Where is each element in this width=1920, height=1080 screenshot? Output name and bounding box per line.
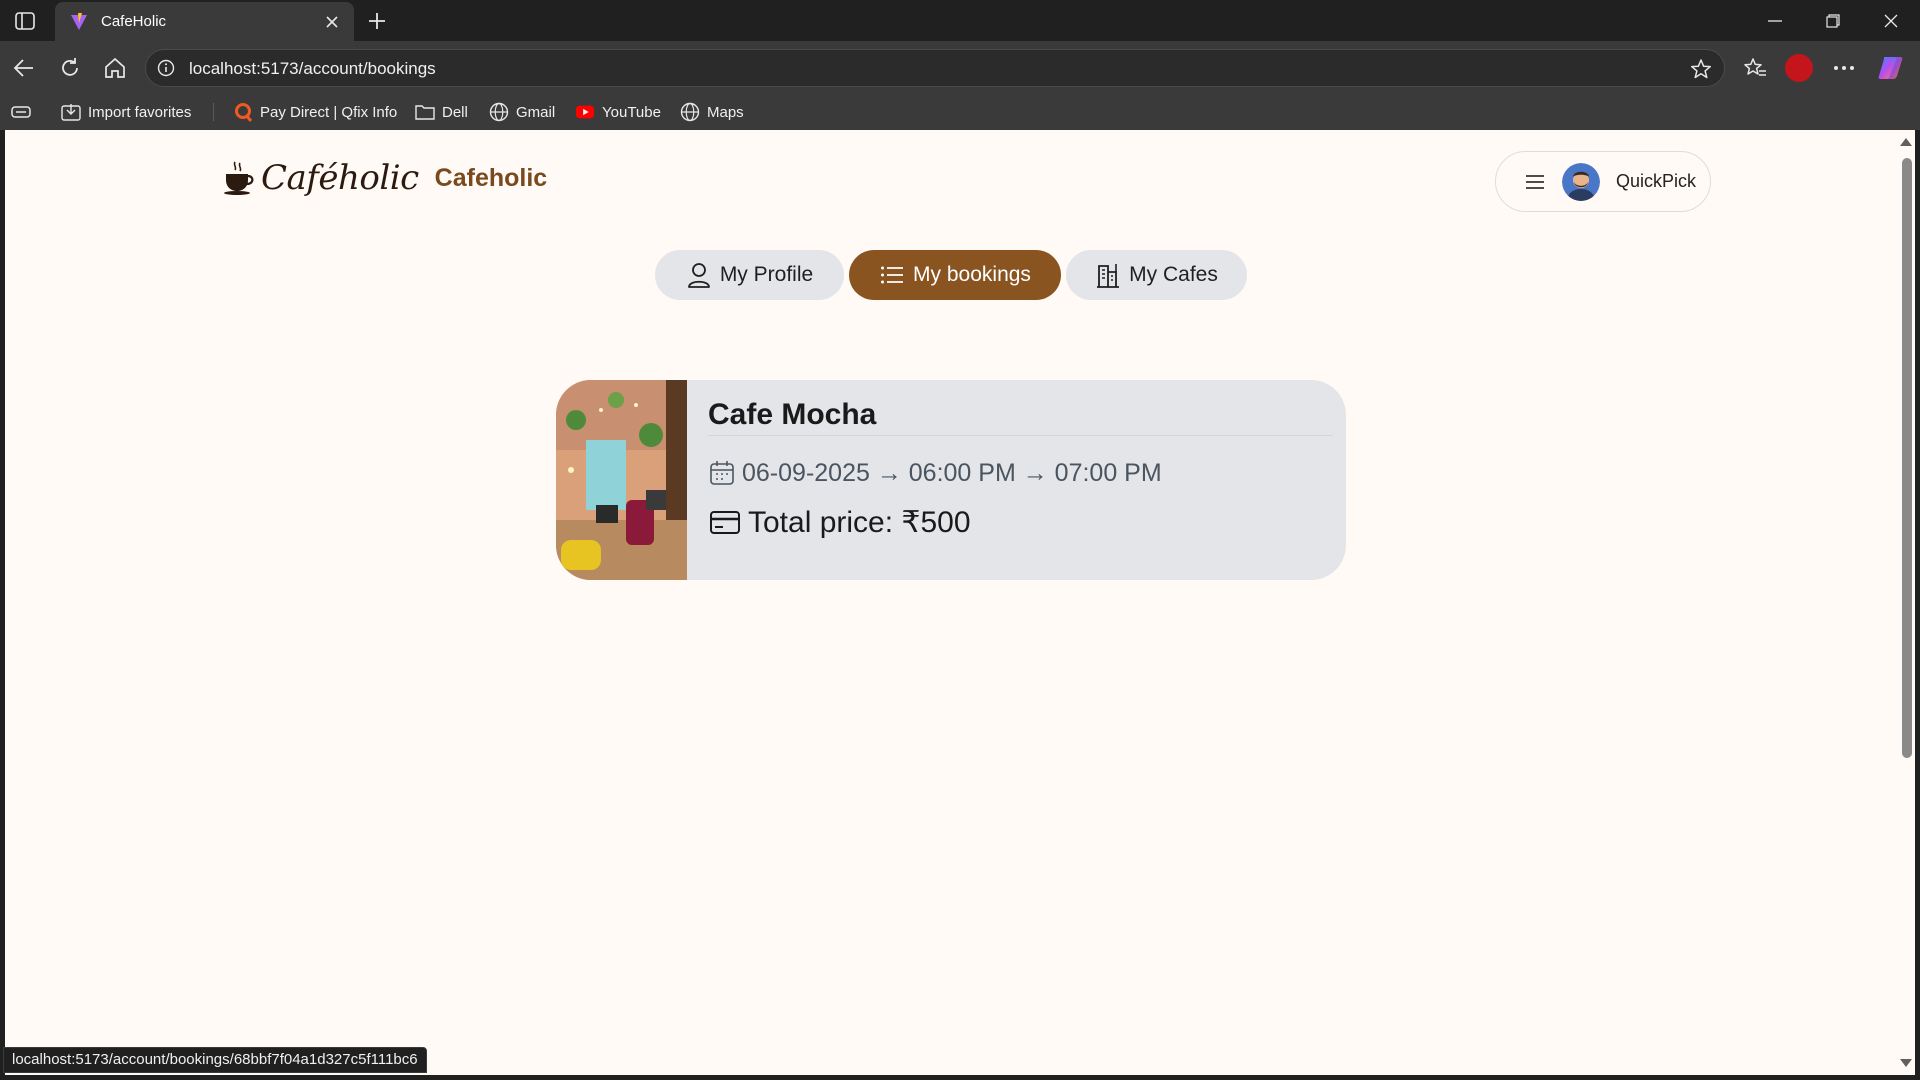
close-window-icon[interactable] [1868, 6, 1914, 36]
reading-view-icon[interactable] [10, 101, 32, 123]
user-icon [686, 262, 712, 288]
bookmark-dell[interactable]: Dell [415, 101, 468, 123]
refresh-icon[interactable] [55, 53, 85, 83]
home-icon[interactable] [100, 53, 130, 83]
calendar-icon [708, 459, 736, 487]
cafe-photo [556, 380, 687, 580]
bookmark-separator [213, 103, 214, 121]
bookmark-label: Maps [707, 103, 744, 121]
bookmark-label: YouTube [602, 103, 661, 121]
tab-label: My bookings [913, 263, 1031, 286]
address-bar[interactable]: localhost:5173/account/bookings [145, 49, 1725, 87]
booking-schedule: 06-09-2025 → 06:00 PM → 07:00 PM [708, 458, 1162, 488]
cafe-name: Cafe Mocha [708, 398, 877, 431]
favorite-star-icon[interactable] [1690, 58, 1712, 80]
credit-card-icon [708, 505, 742, 539]
bookmark-label: Pay Direct | Qfix Info [260, 103, 398, 121]
bookmark-gmail[interactable]: Gmail [489, 101, 555, 123]
booking-card[interactable]: Cafe Mocha 06-09-2025 → 06:00 PM → 07:00… [556, 380, 1346, 580]
bookmark-label: Dell [442, 103, 468, 121]
avatar [1562, 162, 1600, 201]
tab-close-icon[interactable] [322, 12, 342, 32]
globe-icon [680, 102, 700, 122]
tab-label: My Cafes [1129, 263, 1218, 286]
copilot-icon[interactable] [1876, 53, 1906, 83]
back-icon[interactable] [9, 53, 39, 83]
minimize-icon[interactable] [1752, 6, 1798, 36]
list-icon [879, 262, 905, 288]
status-bar-link: localhost:5173/account/bookings/68bbf7f0… [3, 1047, 427, 1073]
page-scrollbar[interactable] [1897, 130, 1915, 1075]
bookmark-label: Gmail [516, 103, 556, 121]
globe-icon [489, 102, 509, 122]
tab-my-cafes[interactable]: My Cafes [1066, 250, 1247, 300]
user-menu-button[interactable]: QuickPick [1495, 151, 1711, 212]
browser-titlebar: CafeHolic [0, 0, 1920, 41]
url-text: localhost:5173/account/bookings [189, 59, 436, 78]
bookmarks-bar: Import favorites Pay Direct | Qfix Info … [0, 94, 1920, 130]
site-logo[interactable]: Caféholic Cafeholic [223, 158, 547, 198]
qfix-icon [233, 102, 253, 122]
import-icon [61, 102, 81, 122]
coffee-cup-icon [224, 161, 254, 195]
window-edge [0, 1075, 1920, 1080]
tab-title: CafeHolic [101, 13, 167, 30]
browser-toolbar: localhost:5173/account/bookings [0, 41, 1920, 94]
schedule-text: 06-09-2025 → 06:00 PM → 07:00 PM [742, 458, 1162, 487]
brand-name: Cafeholic [434, 163, 548, 192]
folder-icon [415, 102, 435, 122]
new-tab-icon[interactable] [364, 8, 390, 34]
price-text: Total price: ₹500 [748, 505, 971, 539]
user-name: QuickPick [1616, 171, 1697, 191]
booking-price: Total price: ₹500 [708, 504, 971, 540]
browser-tab-active[interactable]: CafeHolic [55, 2, 354, 41]
youtube-icon [575, 102, 595, 122]
scroll-up-icon[interactable] [1900, 138, 1912, 146]
scroll-down-icon[interactable] [1900, 1059, 1912, 1067]
bookmark-maps[interactable]: Maps [680, 101, 744, 123]
scrollbar-thumb[interactable] [1902, 158, 1912, 758]
bookmark-youtube[interactable]: YouTube [575, 101, 661, 123]
bookmark-label: Import favorites [88, 103, 192, 121]
bookmark-import-favorites[interactable]: Import favorites [61, 101, 191, 123]
bookmark-qfix[interactable]: Pay Direct | Qfix Info [233, 101, 397, 123]
tab-label: My Profile [719, 263, 814, 286]
vite-favicon-icon [71, 12, 87, 30]
more-options-icon[interactable] [1829, 53, 1859, 83]
card-divider [708, 435, 1333, 436]
tab-my-profile[interactable]: My Profile [655, 250, 844, 300]
window-edge [1915, 130, 1920, 1080]
logo-script-text: Caféholic [261, 158, 419, 198]
tab-my-bookings[interactable]: My bookings [849, 250, 1061, 300]
tab-actions-icon[interactable] [12, 9, 38, 33]
site-info-icon[interactable] [156, 58, 176, 78]
favorites-icon[interactable] [1740, 53, 1770, 83]
restore-icon[interactable] [1810, 6, 1856, 36]
building-icon [1095, 262, 1121, 288]
page-viewport: Caféholic Cafeholic QuickPick My Profile… [5, 130, 1897, 1075]
profile-avatar-icon[interactable] [1784, 53, 1814, 83]
hamburger-menu-icon [1526, 174, 1544, 189]
